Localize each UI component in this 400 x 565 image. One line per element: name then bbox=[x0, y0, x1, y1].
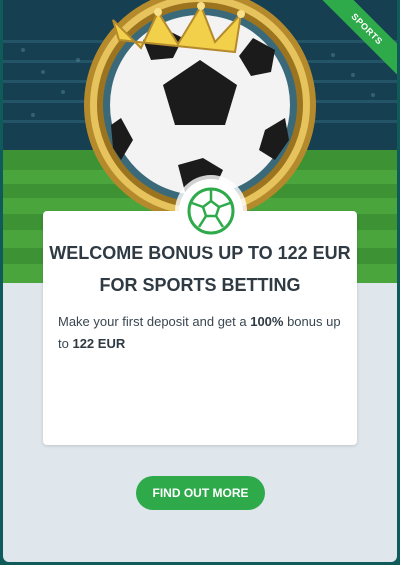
promo-description: Make your first deposit and get a 100% b… bbox=[58, 311, 348, 355]
sports-ribbon: SPORTS bbox=[307, 0, 397, 90]
promo-panel: WELCOME BONUS UP TO 122 EUR FOR SPORTS B… bbox=[43, 211, 357, 445]
promo-title: WELCOME BONUS UP TO 122 EUR FOR SPORTS B… bbox=[43, 237, 357, 301]
promo-card: SPORTS WELCOME BONUS UP TO 122 EUR FOR S… bbox=[3, 0, 397, 562]
find-out-more-button[interactable]: FIND OUT MORE bbox=[136, 476, 265, 510]
ribbon-label: SPORTS bbox=[349, 11, 385, 47]
desc-pre: Make your first deposit and get a bbox=[58, 314, 251, 329]
soccer-ball-outline-icon bbox=[179, 179, 243, 243]
promo-title-line-2: FOR SPORTS BETTING bbox=[99, 275, 301, 295]
desc-percent: 100% bbox=[250, 314, 284, 329]
ribbon-band: SPORTS bbox=[316, 0, 397, 80]
desc-amount: 122 EUR bbox=[72, 336, 126, 351]
